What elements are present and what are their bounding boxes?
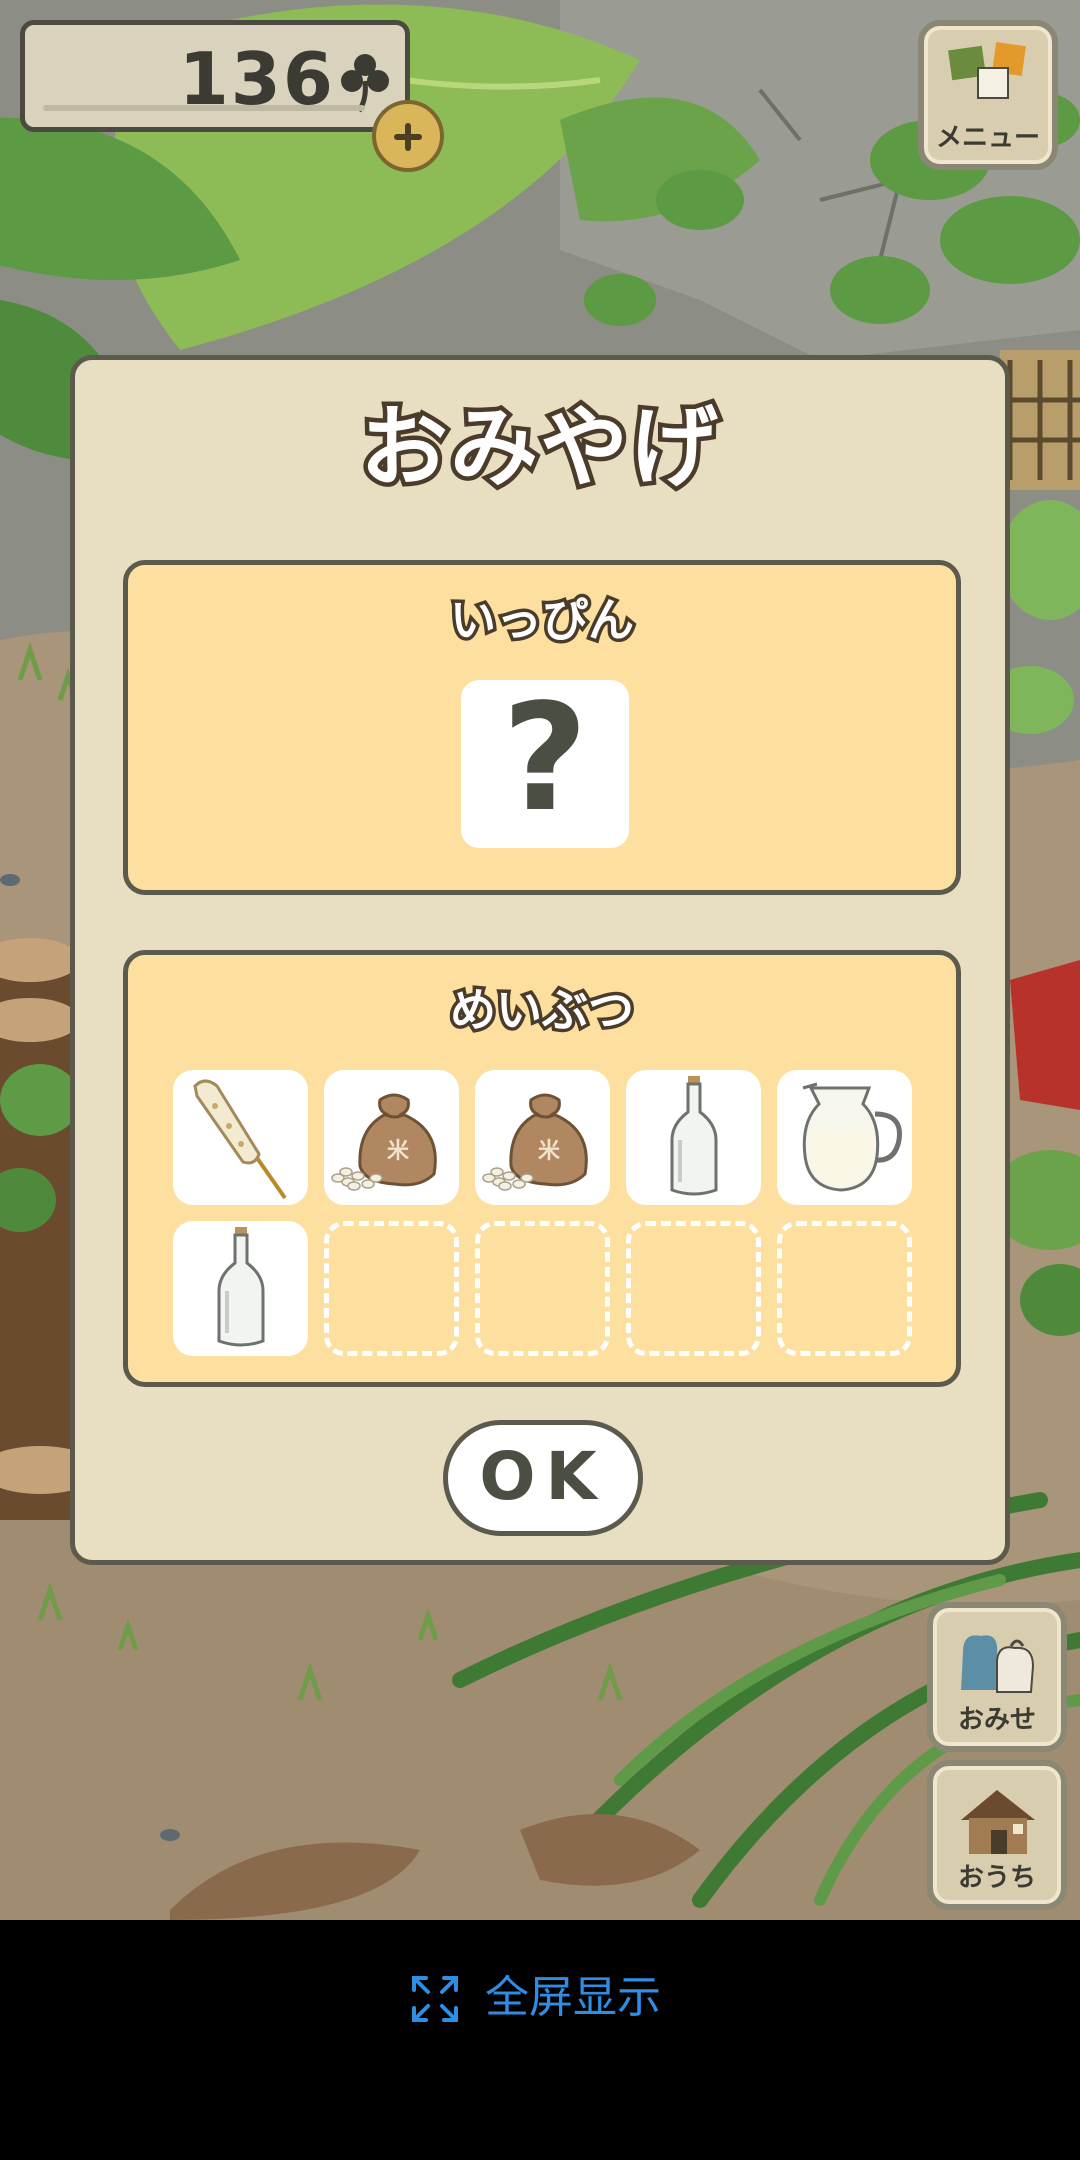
local-panel-title: めいぶつ <box>447 981 638 1038</box>
special-panel-title: いっぴん <box>447 591 638 648</box>
special-item-slot[interactable]: ? <box>461 680 629 848</box>
fullscreen-label: 全屏显示 <box>485 1972 661 2023</box>
glass-bottle-icon <box>217 1227 265 1347</box>
garden-scene: 136 メニュー おみせ おうち おみやげ いっぴん ? めいぶつ 米 米 OK <box>0 0 1080 1920</box>
menu-cards-icon <box>948 42 1026 99</box>
shop-label: おみせ <box>957 1705 1036 1735</box>
souvenir-dialog: おみやげ いっぴん ? めいぶつ 米 米 OK <box>70 355 1010 1565</box>
counter-underline <box>43 105 365 111</box>
screen: 136 メニュー おみせ おうち おみやげ いっぴん ? めいぶつ 米 米 OK… <box>0 0 1080 2160</box>
menu-label: メニュー <box>935 123 1040 153</box>
empty-slot <box>626 1221 761 1356</box>
empty-slot <box>777 1221 912 1356</box>
item-slot[interactable] <box>626 1070 761 1205</box>
special-item-panel: いっぴん ? <box>123 560 961 895</box>
system-bar: 全屏显示 <box>0 1920 1080 2160</box>
clover-icon <box>341 54 389 113</box>
item-slot[interactable] <box>173 1070 308 1205</box>
svg-text:米: 米 <box>387 1139 410 1164</box>
item-slot[interactable] <box>777 1070 912 1205</box>
expand-icon <box>412 1976 458 2022</box>
rice-bag-icon: 米 <box>482 1093 588 1191</box>
skewer-icon <box>193 1079 287 1200</box>
glass-bottle-icon <box>670 1076 718 1196</box>
rice-bag-icon: 米 <box>331 1093 437 1191</box>
empty-slot <box>324 1221 459 1356</box>
milk-jug-icon <box>802 1082 902 1192</box>
house-icon <box>961 1790 1035 1854</box>
item-slot[interactable]: 米 <box>324 1070 459 1205</box>
empty-slot <box>475 1221 610 1356</box>
home-button[interactable]: おうち <box>927 1760 1067 1910</box>
dialog-title: おみやげ <box>355 395 722 501</box>
add-clover-button[interactable] <box>372 100 444 172</box>
home-label: おうち <box>957 1863 1036 1893</box>
shop-button[interactable]: おみせ <box>927 1602 1067 1752</box>
item-slot[interactable]: 米 <box>475 1070 610 1205</box>
svg-text:米: 米 <box>538 1139 561 1164</box>
clover-counter: 136 <box>20 20 410 132</box>
menu-button[interactable]: メニュー <box>918 20 1058 170</box>
shop-bags-icon <box>961 1635 1035 1693</box>
ok-button[interactable]: OK <box>443 1420 643 1536</box>
local-specialties-panel: めいぶつ 米 米 <box>123 950 961 1387</box>
question-mark-icon: ? <box>502 672 588 844</box>
item-slot[interactable] <box>173 1221 308 1356</box>
